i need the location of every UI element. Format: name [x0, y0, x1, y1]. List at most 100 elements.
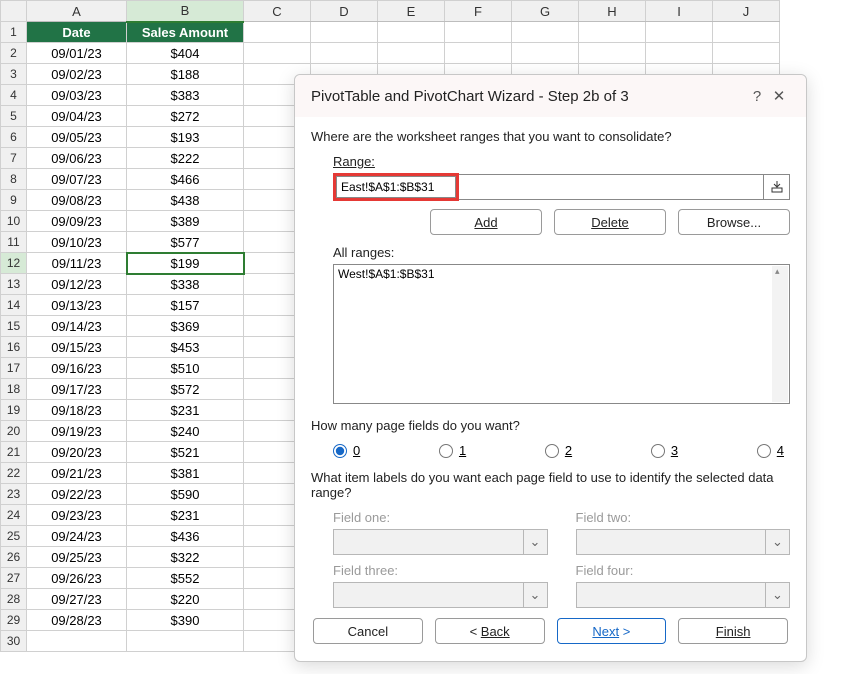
cell[interactable]: $157	[127, 295, 244, 316]
cell[interactable]	[713, 22, 780, 43]
row-header[interactable]: 7	[1, 148, 27, 169]
cell[interactable]: $577	[127, 232, 244, 253]
range-input-extend[interactable]	[459, 174, 764, 200]
col-header-H[interactable]: H	[579, 1, 646, 22]
cell[interactable]: 09/15/23	[27, 337, 127, 358]
cell[interactable]	[512, 43, 579, 64]
row-header[interactable]: 15	[1, 316, 27, 337]
cell[interactable]: $188	[127, 64, 244, 85]
cell[interactable]: $521	[127, 442, 244, 463]
cell[interactable]: 09/09/23	[27, 211, 127, 232]
cell[interactable]: 09/19/23	[27, 421, 127, 442]
cell[interactable]: $193	[127, 127, 244, 148]
row-header[interactable]: 13	[1, 274, 27, 295]
row-header[interactable]: 18	[1, 379, 27, 400]
cell[interactable]	[244, 22, 311, 43]
cell[interactable]: $552	[127, 568, 244, 589]
cell[interactable]: 09/04/23	[27, 106, 127, 127]
cell[interactable]: $369	[127, 316, 244, 337]
cell[interactable]: $389	[127, 211, 244, 232]
row-header[interactable]: 8	[1, 169, 27, 190]
row-header[interactable]: 14	[1, 295, 27, 316]
cell[interactable]: 09/13/23	[27, 295, 127, 316]
cell[interactable]: 09/21/23	[27, 463, 127, 484]
cell[interactable]: $510	[127, 358, 244, 379]
cell[interactable]: $222	[127, 148, 244, 169]
cell[interactable]: $438	[127, 190, 244, 211]
cell[interactable]: $383	[127, 85, 244, 106]
cell[interactable]: $453	[127, 337, 244, 358]
cell[interactable]	[646, 22, 713, 43]
cell[interactable]	[646, 43, 713, 64]
cell[interactable]	[244, 43, 311, 64]
row-header[interactable]: 24	[1, 505, 27, 526]
cell[interactable]: $231	[127, 505, 244, 526]
cell[interactable]: 09/11/23	[27, 253, 127, 274]
cell[interactable]: $381	[127, 463, 244, 484]
row-header[interactable]: 1	[1, 22, 27, 43]
radio-0[interactable]: 0	[333, 443, 360, 458]
cell[interactable]: $199	[127, 253, 244, 274]
radio-2[interactable]: 2	[545, 443, 572, 458]
row-header[interactable]: 21	[1, 442, 27, 463]
collapse-dialog-icon[interactable]	[764, 174, 790, 200]
cell[interactable]	[579, 22, 646, 43]
row-header[interactable]: 17	[1, 358, 27, 379]
cell[interactable]: $572	[127, 379, 244, 400]
col-header-F[interactable]: F	[445, 1, 512, 22]
cell[interactable]: $404	[127, 43, 244, 64]
cell[interactable]: Date	[27, 22, 127, 43]
radio-1[interactable]: 1	[439, 443, 466, 458]
row-header[interactable]: 29	[1, 610, 27, 631]
all-ranges-listbox[interactable]: West!$A$1:$B$31	[333, 264, 790, 404]
row-header[interactable]: 27	[1, 568, 27, 589]
cell[interactable]: 09/24/23	[27, 526, 127, 547]
cell[interactable]: 09/10/23	[27, 232, 127, 253]
cell[interactable]	[445, 43, 512, 64]
row-header[interactable]: 3	[1, 64, 27, 85]
cell[interactable]: 09/17/23	[27, 379, 127, 400]
cancel-button[interactable]: Cancel	[313, 618, 423, 644]
cell[interactable]: 09/26/23	[27, 568, 127, 589]
cell[interactable]: $220	[127, 589, 244, 610]
cell[interactable]	[378, 43, 445, 64]
row-header[interactable]: 16	[1, 337, 27, 358]
col-header-B[interactable]: B	[127, 1, 244, 22]
cell[interactable]: 09/28/23	[27, 610, 127, 631]
radio-4[interactable]: 4	[757, 443, 784, 458]
cell[interactable]: 09/01/23	[27, 43, 127, 64]
cell[interactable]: 09/22/23	[27, 484, 127, 505]
cell[interactable]	[127, 631, 244, 652]
row-header[interactable]: 28	[1, 589, 27, 610]
delete-button[interactable]: Delete	[554, 209, 666, 235]
col-header-I[interactable]: I	[646, 1, 713, 22]
range-input[interactable]	[336, 176, 456, 198]
row-header[interactable]: 30	[1, 631, 27, 652]
row-header[interactable]: 5	[1, 106, 27, 127]
list-item[interactable]: West!$A$1:$B$31	[338, 267, 785, 281]
cell[interactable]	[445, 22, 512, 43]
cell[interactable]	[311, 22, 378, 43]
radio-3[interactable]: 3	[651, 443, 678, 458]
row-header[interactable]: 20	[1, 421, 27, 442]
cell[interactable]	[378, 22, 445, 43]
row-header[interactable]: 9	[1, 190, 27, 211]
col-header-J[interactable]: J	[713, 1, 780, 22]
finish-button[interactable]: Finish	[678, 618, 788, 644]
row-header[interactable]: 26	[1, 547, 27, 568]
browse-button[interactable]: Browse...	[678, 209, 790, 235]
cell[interactable]: 09/02/23	[27, 64, 127, 85]
select-all-corner[interactable]	[1, 1, 27, 22]
cell[interactable]	[713, 43, 780, 64]
cell[interactable]: Sales Amount	[127, 22, 244, 43]
help-icon[interactable]: ?	[746, 88, 768, 105]
cell[interactable]: $436	[127, 526, 244, 547]
cell[interactable]	[27, 631, 127, 652]
add-button[interactable]: Add	[430, 209, 542, 235]
cell[interactable]: 09/25/23	[27, 547, 127, 568]
cell[interactable]: $240	[127, 421, 244, 442]
cell[interactable]	[579, 43, 646, 64]
row-header[interactable]: 12	[1, 253, 27, 274]
cell[interactable]: $338	[127, 274, 244, 295]
row-header[interactable]: 23	[1, 484, 27, 505]
